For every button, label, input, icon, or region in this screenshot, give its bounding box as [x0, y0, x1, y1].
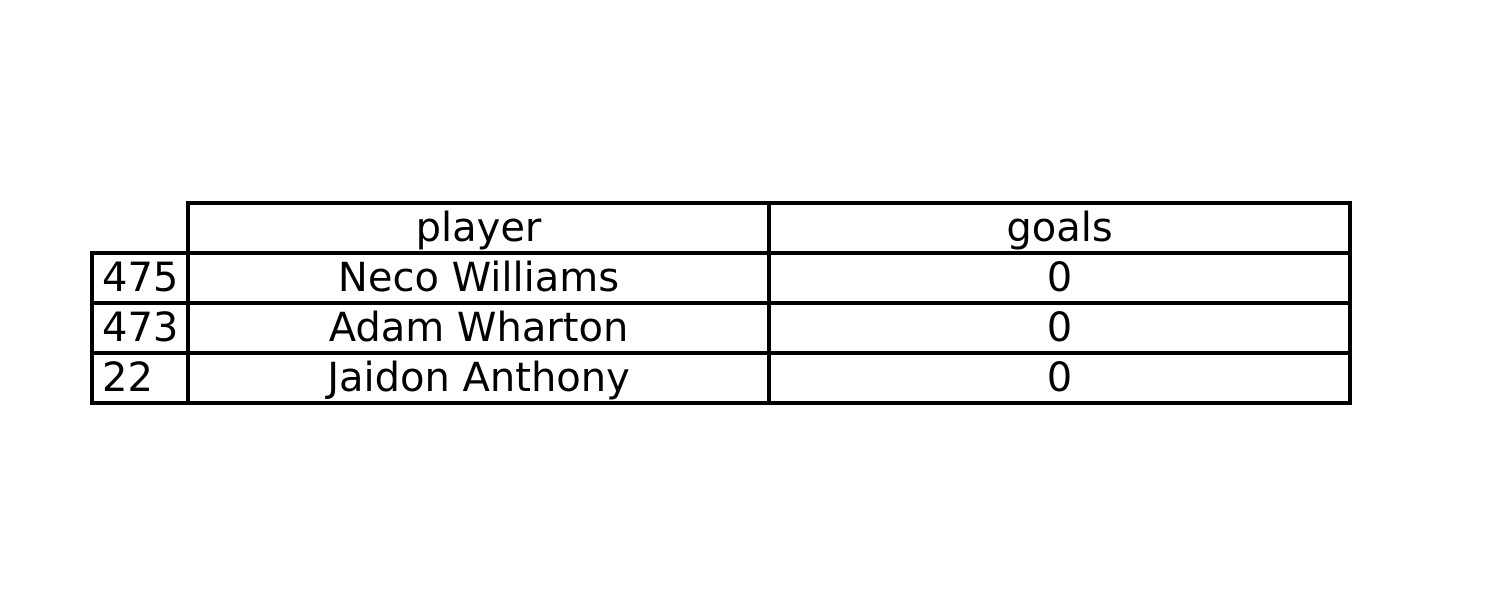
row-index-label: 475	[102, 255, 178, 301]
column-header-goals: goals	[1006, 205, 1112, 251]
cell-goals: 0	[1047, 305, 1072, 351]
row-index-label: 22	[102, 355, 153, 401]
cell-player: Adam Wharton	[329, 305, 629, 351]
cell-player: Neco Williams	[338, 255, 619, 301]
row-index-label: 473	[102, 305, 178, 351]
cell-goals: 0	[1047, 355, 1072, 401]
cell-goals: 0	[1047, 255, 1072, 301]
column-header-player: player	[416, 205, 542, 251]
cell-player: Jaidon Anthony	[324, 355, 630, 401]
table-chart: player goals 475 Neco Williams 0 473 Adam Whar…	[90, 201, 1352, 405]
